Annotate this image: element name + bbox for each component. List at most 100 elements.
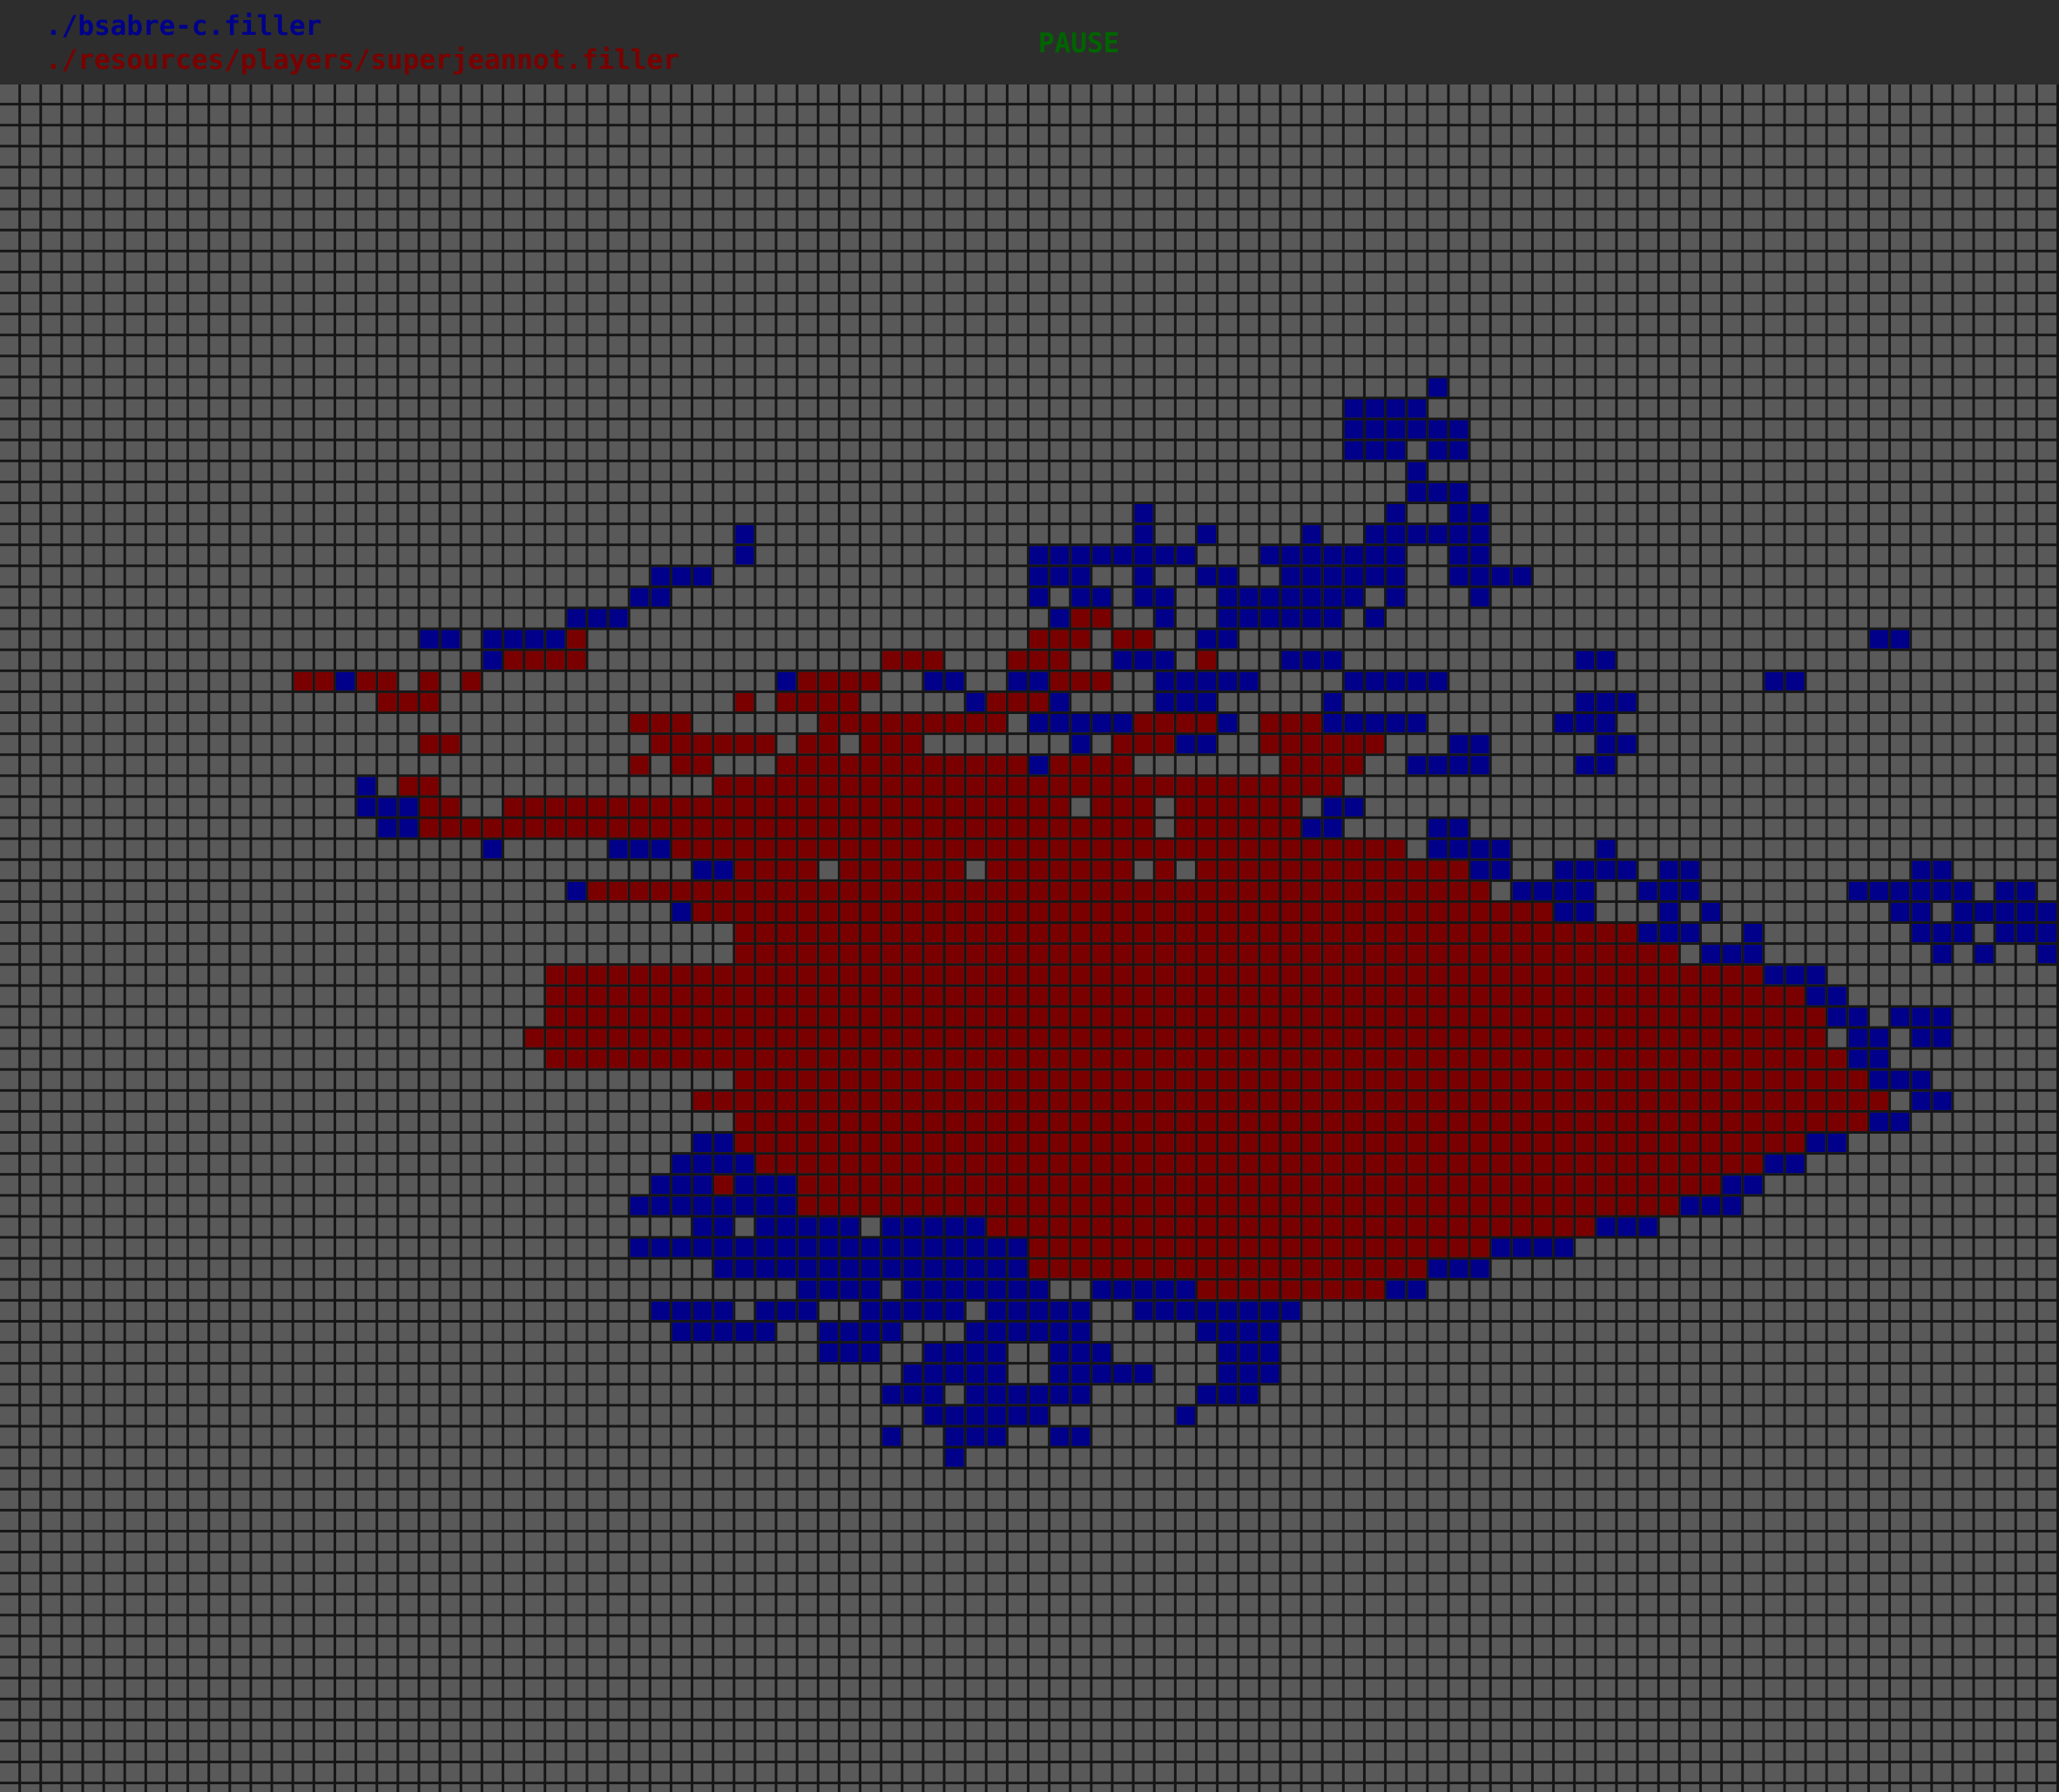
- player1-cell: [1219, 630, 1238, 649]
- player2-cell: [1260, 860, 1279, 879]
- player2-cell: [945, 1112, 964, 1131]
- player2-cell: [798, 819, 817, 838]
- player2-cell: [651, 714, 670, 733]
- player2-cell: [378, 671, 397, 691]
- player1-cell: [840, 1259, 860, 1278]
- player1-cell: [1030, 567, 1049, 586]
- player2-cell: [1071, 1028, 1090, 1048]
- player2-cell: [1680, 966, 1699, 985]
- player1-cell: [1617, 735, 1637, 754]
- player2-cell: [1659, 1155, 1678, 1174]
- player2-cell: [1008, 945, 1027, 964]
- player2-cell: [945, 987, 964, 1006]
- player2-cell: [1176, 819, 1195, 838]
- player2-cell: [903, 650, 922, 670]
- player2-cell: [1155, 714, 1174, 733]
- player2-cell: [924, 714, 943, 733]
- player2-cell: [1030, 1049, 1049, 1068]
- player2-cell: [798, 839, 817, 859]
- player2-cell: [1744, 1070, 1763, 1089]
- player2-cell: [1659, 987, 1678, 1006]
- player2-cell: [1030, 924, 1049, 943]
- player2-cell: [567, 650, 586, 670]
- player2-cell: [1197, 1176, 1217, 1195]
- player2-cell: [1113, 777, 1132, 796]
- player1-cell: [714, 1238, 733, 1257]
- player1-cell: [1597, 714, 1616, 733]
- player2-cell: [924, 1007, 943, 1027]
- player1-cell: [1428, 1259, 1448, 1278]
- player2-cell: [588, 966, 607, 985]
- player1-cell: [1470, 1259, 1489, 1278]
- player2-cell: [1260, 902, 1279, 921]
- player2-cell: [987, 1091, 1006, 1110]
- player2-cell: [1680, 1176, 1699, 1195]
- player2-cell: [1701, 1070, 1721, 1089]
- player2-cell: [1092, 1217, 1111, 1236]
- player2-cell: [777, 881, 796, 900]
- player2-cell: [1428, 945, 1448, 964]
- player1-cell: [924, 1364, 943, 1384]
- player1-cell: [945, 1448, 964, 1467]
- player1-cell: [1597, 756, 1616, 775]
- player2-cell: [630, 1007, 649, 1027]
- player1-cell: [966, 1364, 985, 1384]
- player1-cell: [1302, 525, 1321, 544]
- player2-cell: [1219, 945, 1238, 964]
- player1-cell: [735, 1259, 754, 1278]
- player1-cell: [651, 1238, 670, 1257]
- player2-cell: [1155, 902, 1174, 921]
- player2-cell: [441, 735, 460, 754]
- player2-cell: [1365, 1217, 1385, 1236]
- player2-cell: [966, 756, 985, 775]
- player2-cell: [1344, 839, 1363, 859]
- player2-cell: [1092, 819, 1111, 838]
- player2-cell: [1176, 1176, 1195, 1195]
- player2-cell: [1071, 1049, 1090, 1068]
- player2-cell: [1113, 1091, 1132, 1110]
- player2-cell: [1281, 1007, 1300, 1027]
- player1-cell: [1219, 609, 1238, 628]
- player2-cell: [1387, 902, 1406, 921]
- player2-cell: [1008, 1134, 1027, 1153]
- player1-cell: [882, 1301, 901, 1320]
- player1-cell: [1387, 671, 1406, 691]
- player2-cell: [1197, 1134, 1217, 1153]
- player2-cell: [1344, 1280, 1363, 1299]
- player1-cell: [1387, 525, 1406, 544]
- player2-cell: [840, 714, 860, 733]
- player2-cell: [903, 987, 922, 1006]
- player1-cell: [1428, 420, 1448, 439]
- player1-cell: [1134, 504, 1153, 523]
- player2-cell: [1408, 1091, 1427, 1110]
- player1-cell: [1933, 1028, 1952, 1048]
- player1-cell: [1848, 1049, 1867, 1068]
- player1-cell: [1701, 902, 1721, 921]
- player2-cell: [1597, 1070, 1616, 1089]
- player2-cell: [1470, 1238, 1489, 1257]
- player2-cell: [420, 735, 439, 754]
- player2-cell: [420, 692, 439, 711]
- player1-cell: [735, 1322, 754, 1341]
- player2-cell: [756, 1134, 775, 1153]
- player2-cell: [945, 1176, 964, 1195]
- player1-cell: [672, 1301, 692, 1320]
- player1-cell: [335, 671, 355, 691]
- player1-cell: [609, 609, 628, 628]
- player2-cell: [924, 902, 943, 921]
- player1-cell: [1155, 609, 1174, 628]
- player2-cell: [1197, 966, 1217, 985]
- player2-cell: [1659, 1091, 1678, 1110]
- player2-cell: [1617, 1007, 1637, 1027]
- player2-cell: [420, 671, 439, 691]
- player2-cell: [1030, 839, 1049, 859]
- player2-cell: [1260, 1259, 1279, 1278]
- player2-cell: [840, 1091, 860, 1110]
- player1-cell: [1638, 1217, 1657, 1236]
- player2-cell: [1765, 1028, 1784, 1048]
- player2-cell: [798, 1091, 817, 1110]
- player2-cell: [1071, 756, 1090, 775]
- player2-cell: [1219, 1091, 1238, 1110]
- player2-cell: [1260, 945, 1279, 964]
- player1-cell: [1219, 1385, 1238, 1405]
